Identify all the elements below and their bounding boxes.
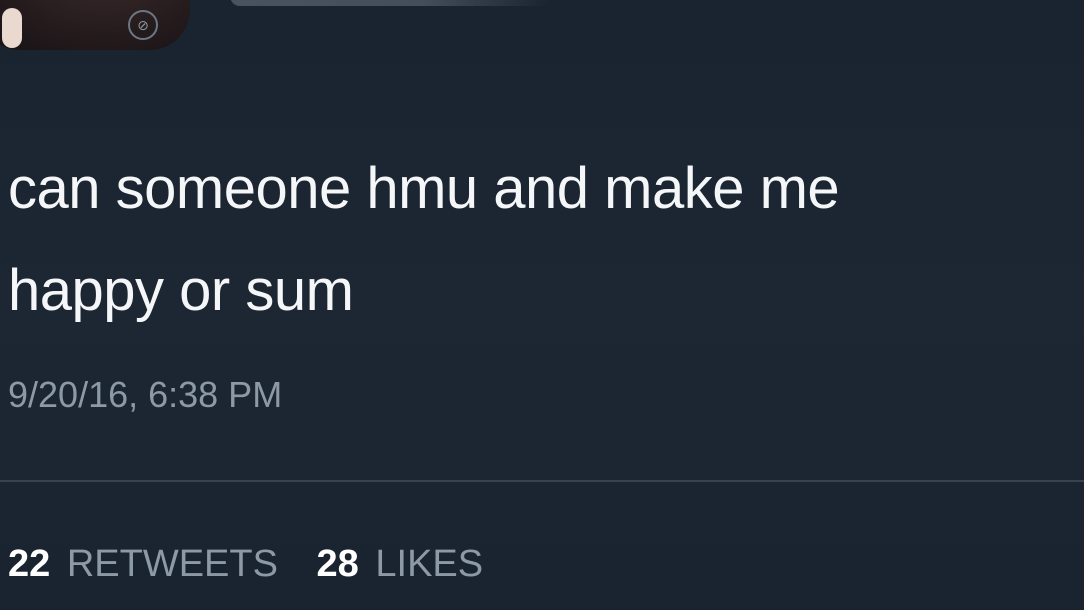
- retweets-stat[interactable]: 22 RETWEETS: [8, 536, 278, 592]
- avatar-photo-detail: [2, 8, 22, 48]
- user-handle-cropped: [230, 0, 550, 6]
- like-count: 28: [316, 543, 359, 585]
- avatar[interactable]: ⊘: [0, 0, 190, 50]
- tweet-text: can someone hmu and make me happy or sum: [8, 156, 840, 323]
- tweet-stats: 22 RETWEETS 28 LIKES: [8, 536, 511, 592]
- tweet-timestamp[interactable]: 9/20/16, 6:38 PM: [8, 368, 282, 422]
- tweet-card: ⊘ can someone hmu and make me happy or s…: [0, 0, 1084, 610]
- retweet-count: 22: [8, 543, 51, 585]
- badge-icon: ⊘: [128, 10, 158, 40]
- like-label: LIKES: [375, 543, 484, 585]
- retweet-label: RETWEETS: [66, 543, 278, 585]
- divider: [0, 480, 1084, 482]
- likes-stat[interactable]: 28 LIKES: [317, 536, 484, 592]
